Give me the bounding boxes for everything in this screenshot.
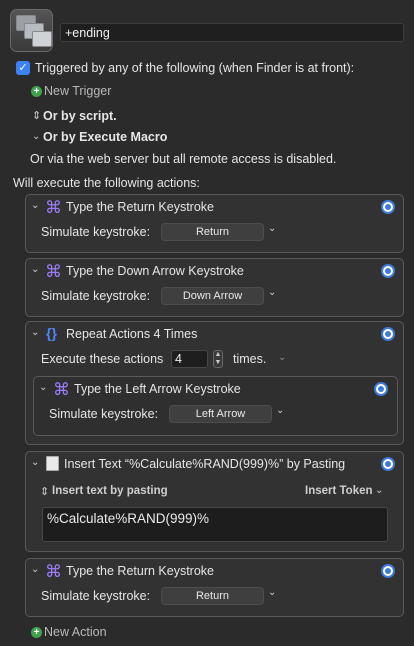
execute-label: Execute these actions (41, 352, 164, 366)
chevron-down-icon[interactable]: ⌄ (32, 131, 40, 142)
new-action-button[interactable]: New Action (44, 625, 107, 639)
command-icon: ⌘ (45, 562, 62, 581)
chevron-down-icon[interactable]: ⌄ (278, 352, 286, 363)
gear-icon[interactable] (381, 327, 395, 341)
simulate-label: Simulate keystroke: (41, 589, 151, 603)
chevron-down-icon[interactable]: ⌄ (31, 457, 39, 468)
gear-icon[interactable] (381, 564, 395, 578)
gear-icon[interactable] (381, 200, 395, 214)
plus-circle-icon[interactable]: + (31, 86, 42, 97)
gear-icon[interactable] (374, 382, 388, 396)
chevron-down-icon[interactable]: ⌄ (31, 200, 39, 211)
plus-circle-icon[interactable]: + (31, 627, 42, 638)
triggered-label: Triggered by any of the following (when … (35, 61, 355, 75)
action-title: Type the Return Keystroke (66, 200, 214, 214)
or-by-execute-macro[interactable]: Or by Execute Macro (43, 130, 167, 144)
gear-icon[interactable] (381, 264, 395, 278)
keystroke-popup[interactable]: Left Arrow (169, 405, 272, 423)
chevron-down-icon[interactable]: ⌄ (276, 405, 284, 416)
action-title: Type the Down Arrow Keystroke (66, 264, 244, 278)
new-trigger-button[interactable]: New Trigger (44, 84, 111, 98)
chevron-down-icon[interactable]: ⌄ (39, 382, 47, 393)
action-title: Type the Left Arrow Keystroke (74, 382, 241, 396)
action-card-down-arrow[interactable]: ⌄ ⌘ Type the Down Arrow Keystroke Simula… (25, 258, 404, 317)
chevron-down-icon[interactable]: ⌄ (268, 287, 276, 298)
simulate-label: Simulate keystroke: (41, 289, 151, 303)
simulate-label: Simulate keystroke: (41, 225, 151, 239)
action-title: Repeat Actions 4 Times (66, 327, 198, 341)
chevron-down-icon[interactable]: ⌄ (31, 327, 39, 338)
chevron-down-icon[interactable]: ⌄ (31, 564, 39, 575)
chevron-down-icon[interactable]: ⌄ (375, 485, 383, 496)
action-card-insert-text[interactable]: ⌄ Insert Text “%Calculate%RAND(999)%” by… (25, 451, 404, 552)
updown-chevron-icon[interactable]: ⇕ (32, 109, 41, 122)
clipboard-icon (46, 456, 59, 471)
action-title: Insert Text “%Calculate%RAND(999)%” by P… (64, 457, 346, 471)
braces-icon: {} (46, 325, 57, 341)
insert-text-area[interactable]: %Calculate%RAND(999)% (42, 507, 388, 542)
chevron-down-icon[interactable]: ⌄ (31, 264, 39, 275)
chevron-down-icon[interactable]: ⌄ (268, 223, 276, 234)
actions-header: Will execute the following actions: (13, 176, 200, 190)
macro-name-field[interactable]: +ending (60, 23, 404, 42)
chevron-down-icon[interactable]: ⌄ (268, 587, 276, 598)
nested-action-left-arrow[interactable]: ⌄ ⌘ Type the Left Arrow Keystroke Simula… (33, 376, 398, 436)
action-title: Type the Return Keystroke (66, 564, 214, 578)
triggered-checkbox[interactable]: ✓ (16, 61, 30, 75)
times-label: times. (233, 352, 267, 366)
repeat-count-field[interactable]: 4 (171, 350, 208, 368)
insert-mode-popup[interactable]: Insert text by pasting (52, 485, 168, 497)
keystroke-popup[interactable]: Return (161, 223, 264, 241)
action-card-return-2[interactable]: ⌄ ⌘ Type the Return Keystroke Simulate k… (25, 558, 404, 617)
action-card-return-1[interactable]: ⌄ ⌘ Type the Return Keystroke Simulate k… (25, 194, 404, 253)
command-icon: ⌘ (53, 380, 70, 399)
updown-chevron-icon[interactable]: ⇕ (40, 485, 49, 498)
macro-icon[interactable] (10, 9, 53, 52)
repeat-stepper[interactable]: ▲ ▼ (213, 350, 223, 368)
or-by-script[interactable]: Or by script. (43, 109, 117, 123)
insert-token-menu[interactable]: Insert Token (305, 485, 373, 497)
command-icon: ⌘ (45, 198, 62, 217)
simulate-label: Simulate keystroke: (49, 407, 159, 421)
checkmark-icon: ✓ (18, 62, 28, 74)
action-card-repeat[interactable]: ⌄ {} Repeat Actions 4 Times Execute thes… (25, 321, 404, 445)
keystroke-popup[interactable]: Down Arrow (161, 287, 264, 305)
keystroke-popup[interactable]: Return (161, 587, 264, 605)
gear-icon[interactable] (381, 457, 395, 471)
web-server-note: Or via the web server but all remote acc… (30, 152, 337, 166)
command-icon: ⌘ (45, 262, 62, 281)
